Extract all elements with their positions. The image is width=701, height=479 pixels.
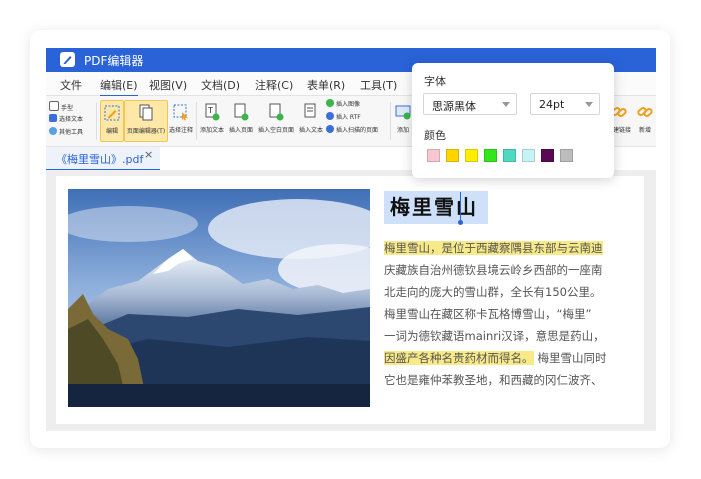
insert-blank-page-icon — [267, 103, 285, 123]
paragraph-line[interactable]: 北走向的庞大的雪山群，全长有150公里。 — [384, 282, 601, 302]
paragraph-line[interactable]: 庆藏族自治州德钦县境云岭乡西部的一座南 — [384, 260, 603, 280]
font-family-value: 思源黑体 — [432, 100, 476, 113]
pdf-page[interactable]: 梅里雪山 梅里雪山，是位于西藏察隅县东部与云南迪 庆藏族自治州德钦县境云岭乡西部… — [56, 176, 644, 424]
svg-text:T: T — [207, 106, 213, 115]
insert-scan-icon — [326, 125, 334, 133]
link-new-icon — [636, 103, 654, 123]
insert-text-label: 插入文本 — [298, 127, 323, 134]
menu-document[interactable]: 文档(D) — [201, 77, 240, 93]
ribbon-separator — [96, 102, 97, 140]
line-text: 梅里雪山在藏区称卡瓦格博雪山，“梅里” — [384, 307, 592, 321]
paragraph-line[interactable]: 它也是雍仲苯教圣地，和西藏的冈仁波齐、 — [384, 370, 603, 390]
ribbon-separator — [390, 102, 391, 140]
page-editor-label: 页面编辑器(T) — [126, 128, 166, 135]
insert-blank-page-button[interactable]: 插入空白页面 — [256, 100, 296, 134]
edit-button[interactable]: 编辑 — [100, 100, 124, 142]
font-family-select[interactable]: 思源黑体 — [423, 93, 517, 115]
tools-icon — [49, 127, 57, 135]
menu-comment[interactable]: 注释(C) — [255, 77, 293, 93]
highlighted-text: 梅里雪山，是位于西藏察隅县东部与云南迪 — [384, 241, 603, 255]
select-annotation-icon — [172, 103, 190, 123]
hand-icon — [49, 101, 59, 111]
add-text-label: 添加文本 — [199, 127, 224, 134]
text-cursor — [460, 192, 461, 222]
window-title: PDF编辑器 — [84, 54, 144, 68]
color-swatch[interactable] — [560, 149, 573, 162]
page-editor-button[interactable]: 页面编辑器(T) — [124, 100, 168, 142]
menu-tools[interactable]: 工具(T) — [360, 77, 397, 93]
paragraph-line[interactable]: 一词为德钦藏语mainri汉译，意思是药山， — [384, 326, 605, 346]
mountain-photo — [68, 189, 370, 407]
chevron-down-icon — [585, 102, 593, 107]
ribbon-separator — [196, 102, 197, 140]
document-tab-label: 《梅里雪山》.pdf — [56, 153, 144, 166]
select-text-label: 选择文本 — [59, 116, 84, 123]
edit-icon — [103, 104, 121, 124]
menu-view[interactable]: 视图(V) — [149, 77, 187, 93]
document-canvas[interactable]: 梅里雪山 梅里雪山，是位于西藏察隅县东部与云南迪 庆藏族自治州德钦县境云岭乡西部… — [46, 170, 656, 431]
select-annotation-label: 选择注释 — [168, 127, 193, 134]
insert-rtf-tool[interactable]: 插入 RTF — [326, 112, 361, 123]
insert-scan-tool[interactable]: 插入扫描的页面 — [326, 125, 378, 136]
paragraph-line[interactable]: 因盛产各种名贵药材而得名。 梅里雪山同时 — [384, 348, 607, 368]
color-swatch[interactable] — [465, 149, 478, 162]
color-swatch[interactable] — [503, 149, 516, 162]
insert-rtf-label: 插入 RTF — [336, 114, 361, 121]
font-size-value: 24pt — [539, 98, 565, 111]
select-text-tool[interactable]: 选择文本 — [49, 114, 83, 125]
new-link-button[interactable]: 新增 — [634, 100, 656, 134]
insert-scan-label: 插入扫描的页面 — [336, 127, 379, 134]
color-swatch[interactable] — [446, 149, 459, 162]
insert-page-icon — [232, 103, 250, 123]
color-swatch[interactable] — [522, 149, 535, 162]
select-annotation-button[interactable]: 选择注释 — [168, 100, 194, 134]
font-format-popup: 字体 思源黑体 24pt 颜色 — [412, 63, 614, 178]
insert-page-button[interactable]: 插入页面 — [227, 100, 255, 134]
font-label: 字体 — [424, 75, 446, 88]
color-swatch[interactable] — [541, 149, 554, 162]
line-text: 北走向的庞大的雪山群，全长有150公里。 — [384, 285, 602, 299]
other-tools[interactable]: 其他工具 — [49, 127, 83, 138]
page-editor-icon — [137, 104, 155, 124]
app-logo-icon — [60, 52, 75, 67]
hand-tool[interactable]: 手型 — [49, 101, 73, 112]
insert-blank-page-label: 插入空白页面 — [257, 127, 294, 134]
menu-form[interactable]: 表单(R) — [307, 77, 345, 93]
edit-button-label: 编辑 — [105, 128, 118, 135]
insert-page-label: 插入页面 — [228, 127, 253, 134]
line-text: 庆藏族自治州德钦县境云岭乡西部的一座南 — [384, 263, 603, 277]
cursor-handle[interactable] — [458, 220, 463, 225]
paragraph-line[interactable]: 梅里雪山在藏区称卡瓦格博雪山，“梅里” — [384, 304, 591, 324]
insert-image-icon — [326, 99, 334, 107]
other-tools-label: 其他工具 — [59, 129, 84, 136]
hand-tool-label: 手型 — [61, 105, 74, 112]
document-tab[interactable]: 《梅里雪山》.pdf × — [46, 147, 160, 171]
new-link-label: 新增 — [638, 127, 651, 134]
color-label: 颜色 — [424, 129, 446, 142]
close-icon[interactable]: × — [144, 148, 153, 161]
highlighted-text: 因盛产各种名贵药材而得名。 — [384, 351, 534, 365]
insert-image-label: 插入图像 — [336, 101, 361, 108]
add-button[interactable]: 添加 — [392, 100, 414, 134]
line-text: 梅里雪山同时 — [537, 351, 607, 365]
insert-text-button[interactable]: 插入文本 — [297, 100, 325, 134]
line-text: 它也是雍仲苯教圣地，和西藏的冈仁波齐、 — [384, 373, 603, 387]
color-swatch[interactable] — [427, 149, 440, 162]
chevron-down-icon — [502, 102, 510, 107]
insert-rtf-icon — [326, 112, 334, 120]
insert-text-icon — [302, 103, 320, 123]
document-title[interactable]: 梅里雪山 — [384, 191, 488, 224]
insert-image-tool[interactable]: 插入图像 — [326, 99, 360, 110]
menu-edit[interactable]: 编辑(E) — [100, 77, 138, 97]
color-swatch[interactable] — [484, 149, 497, 162]
paragraph-line[interactable]: 梅里雪山，是位于西藏察隅县东部与云南迪 — [384, 238, 603, 258]
add-label: 添加 — [396, 127, 409, 134]
add-text-icon: T — [203, 103, 221, 123]
add-icon — [394, 103, 412, 123]
add-text-button[interactable]: T 添加文本 — [198, 100, 226, 134]
font-size-select[interactable]: 24pt — [530, 93, 600, 115]
line-text: 一词为德钦藏语mainri汉译，意思是药山， — [384, 329, 605, 343]
menu-file[interactable]: 文件 — [60, 77, 82, 93]
text-select-icon — [49, 114, 57, 122]
